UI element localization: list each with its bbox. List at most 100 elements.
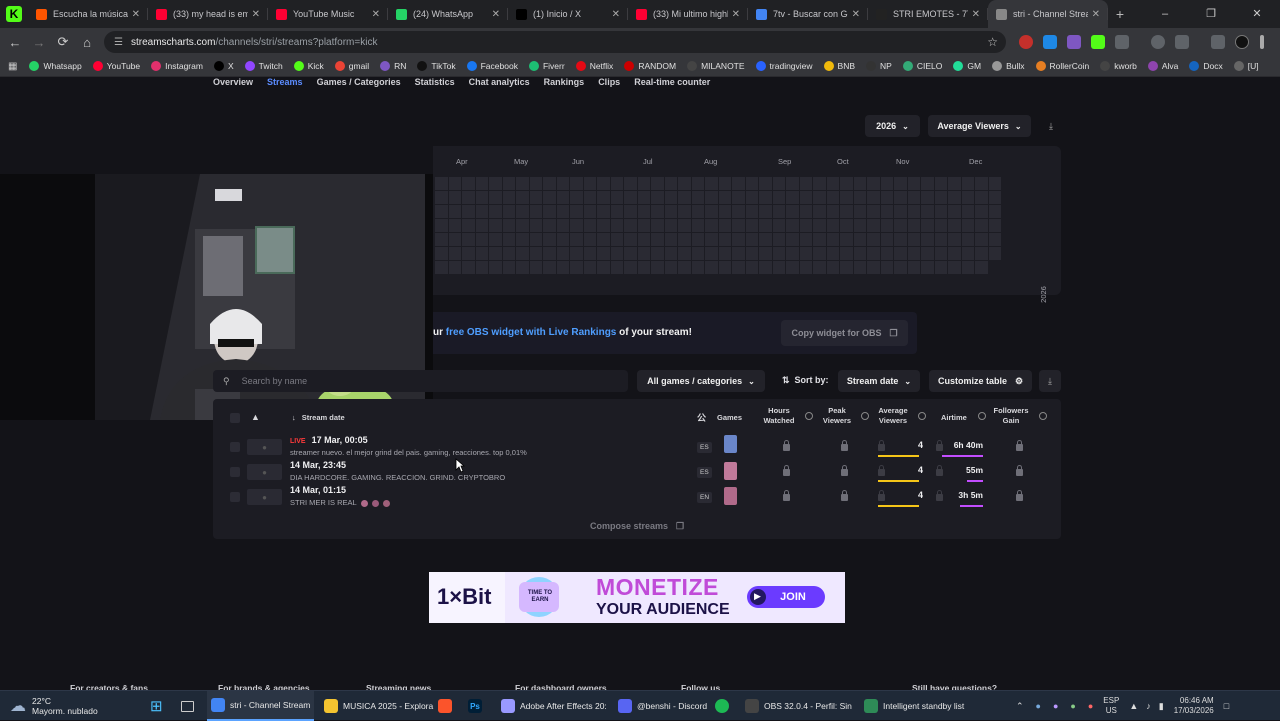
heatmap-cell[interactable] (583, 205, 596, 218)
heatmap-cell[interactable] (880, 247, 893, 260)
extension-icon-blue[interactable] (1043, 35, 1057, 49)
heatmap-cell[interactable] (556, 233, 569, 246)
heatmap-cell[interactable] (516, 261, 529, 274)
heatmap-cell[interactable] (975, 205, 988, 218)
stream-thumbnail[interactable]: ● (247, 439, 282, 455)
bookmark-item[interactable]: Docx (1189, 61, 1223, 71)
heatmap-cell[interactable] (934, 177, 947, 190)
heatmap-cell[interactable] (853, 261, 866, 274)
heatmap-cell[interactable] (894, 233, 907, 246)
heatmap-cell[interactable] (624, 205, 637, 218)
browser-tab[interactable]: 7tv - Buscar con Go ✕ (748, 0, 868, 28)
heatmap-cell[interactable] (813, 177, 826, 190)
heatmap-cell[interactable] (732, 219, 745, 232)
heatmap-cell[interactable] (934, 247, 947, 260)
heatmap-cell[interactable] (853, 219, 866, 232)
heatmap-cell[interactable] (934, 219, 947, 232)
select-all-checkbox[interactable] (230, 413, 240, 423)
heatmap-cell[interactable] (786, 233, 799, 246)
heatmap-cell[interactable] (840, 261, 853, 274)
heatmap-cell[interactable] (745, 205, 758, 218)
heatmap-cell[interactable] (529, 233, 542, 246)
bookmark-item[interactable]: Netflix (575, 61, 613, 71)
heatmap-cell[interactable] (948, 233, 961, 246)
heatmap-cell[interactable] (435, 191, 448, 204)
heatmap-cell[interactable] (462, 177, 475, 190)
bookmark-item[interactable]: MILANOTE (687, 61, 745, 71)
heatmap-cell[interactable] (448, 261, 461, 274)
taskbar-app-button[interactable]: @benshi - Discord (614, 691, 711, 721)
heatmap-cell[interactable] (826, 247, 839, 260)
heatmap-cell[interactable] (691, 219, 704, 232)
heatmap-cell[interactable] (678, 247, 691, 260)
heatmap-cell[interactable] (583, 219, 596, 232)
heatmap-cell[interactable] (718, 219, 731, 232)
heatmap-cell[interactable] (975, 191, 988, 204)
bookmark-item[interactable]: kworb (1100, 61, 1137, 71)
heatmap-cell[interactable] (637, 177, 650, 190)
advertisement-banner[interactable]: 1×Bit TIME TO EARN MONETIZE YOUR AUDIENC… (429, 572, 845, 623)
heatmap-cell[interactable] (570, 205, 583, 218)
heatmap-cell[interactable] (759, 205, 772, 218)
heatmap-cell[interactable] (624, 233, 637, 246)
heatmap-cell[interactable] (448, 219, 461, 232)
subnav-tab[interactable]: Statistics (415, 77, 455, 91)
heatmap-cell[interactable] (961, 205, 974, 218)
row-checkbox[interactable] (230, 442, 240, 452)
microphone-icon[interactable]: ● (1088, 701, 1093, 711)
heatmap-cell[interactable] (853, 205, 866, 218)
subnav-tab[interactable]: Streams (267, 77, 303, 91)
heatmap-cell[interactable] (718, 205, 731, 218)
heatmap-cell[interactable] (786, 219, 799, 232)
maximize-button[interactable]: ❐ (1188, 0, 1234, 28)
heatmap-cell[interactable] (799, 191, 812, 204)
stream-date[interactable]: 14 Mar, 23:45 (290, 460, 346, 470)
heatmap-cell[interactable] (921, 247, 934, 260)
metric-select[interactable]: Average Viewers ⌄ (928, 115, 1031, 137)
heatmap-cell[interactable] (529, 177, 542, 190)
translate-icon[interactable]: 公 (697, 413, 706, 423)
heatmap-cell[interactable] (678, 191, 691, 204)
subnav-tab[interactable]: Overview (213, 77, 253, 91)
heatmap-cell[interactable] (597, 233, 610, 246)
heatmap-cell[interactable] (813, 261, 826, 274)
heatmap-cell[interactable] (975, 247, 988, 260)
back-button[interactable]: ← (3, 35, 27, 50)
table-download-icon[interactable]: ⤓ (1039, 370, 1061, 392)
table-row[interactable]: ● LIVE 17 Mar, 00:05 streamer nuevo. el mej… (213, 434, 1061, 459)
bookmark-item[interactable]: Kick (293, 61, 324, 71)
heatmap-cell[interactable] (718, 261, 731, 274)
heatmap-cell[interactable] (772, 233, 785, 246)
heatmap-cell[interactable] (462, 191, 475, 204)
heatmap-cell[interactable] (826, 191, 839, 204)
heatmap-cell[interactable] (462, 233, 475, 246)
heatmap-cell[interactable] (867, 177, 880, 190)
game-cover-image[interactable] (724, 487, 737, 505)
heatmap-cell[interactable] (961, 261, 974, 274)
heatmap-cell[interactable] (435, 261, 448, 274)
bookmark-item[interactable]: Facebook (466, 61, 518, 71)
stream-thumbnail[interactable]: ● (247, 489, 282, 505)
heatmap-cell[interactable] (786, 191, 799, 204)
heatmap-cell[interactable] (988, 177, 1001, 190)
heatmap-cell[interactable] (610, 191, 623, 204)
bookmark-item[interactable]: Instagram (151, 61, 203, 71)
heatmap-cell[interactable] (435, 233, 448, 246)
heatmap-cell[interactable] (651, 233, 664, 246)
heatmap-cell[interactable] (502, 261, 515, 274)
heatmap-cell[interactable] (907, 233, 920, 246)
heatmap-cell[interactable] (907, 191, 920, 204)
heatmap-cell[interactable] (637, 247, 650, 260)
heatmap-cell[interactable] (489, 205, 502, 218)
heatmap-cell[interactable] (651, 177, 664, 190)
tab-close-icon[interactable]: ✕ (1092, 9, 1100, 20)
heatmap-cell[interactable] (975, 219, 988, 232)
heatmap-cell[interactable] (759, 219, 772, 232)
heatmap-cell[interactable] (543, 261, 556, 274)
heatmap-cell[interactable] (610, 233, 623, 246)
heatmap-cell[interactable] (664, 261, 677, 274)
heatmap-cell[interactable] (691, 205, 704, 218)
heatmap-cell[interactable] (907, 261, 920, 274)
games-filter-select[interactable]: All games / categories ⌄ (637, 370, 765, 392)
heatmap-cell[interactable] (961, 219, 974, 232)
